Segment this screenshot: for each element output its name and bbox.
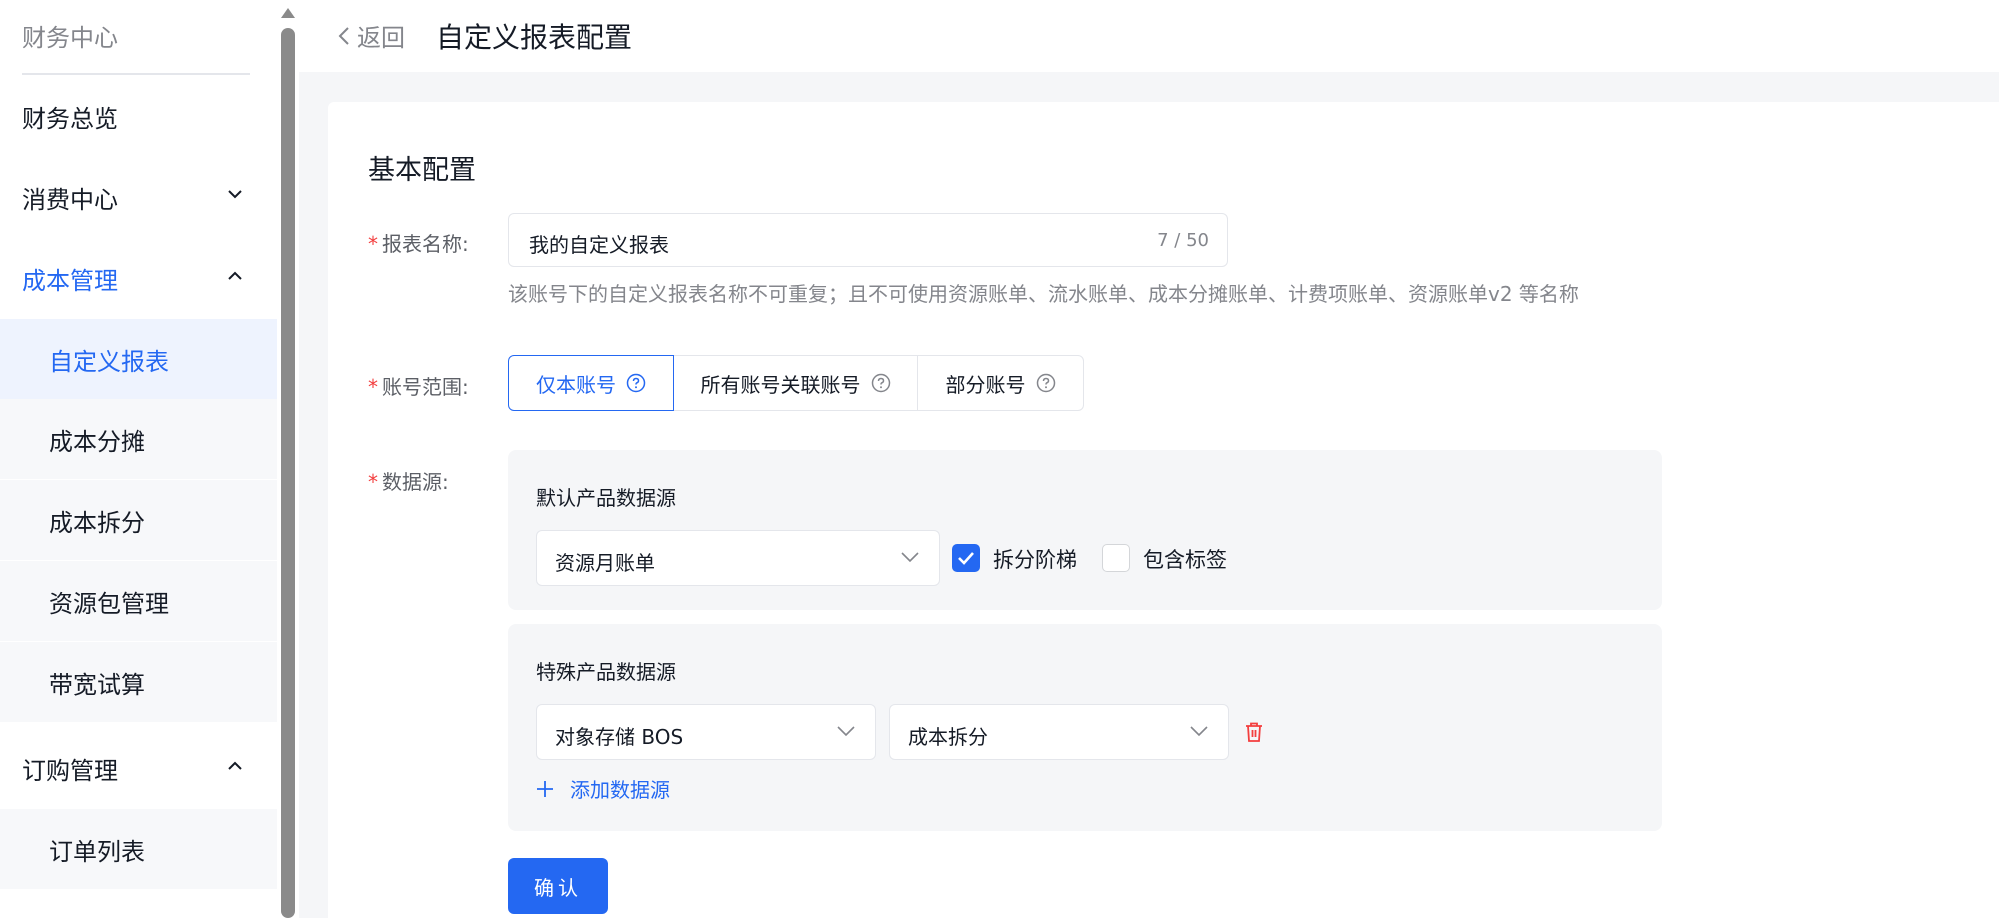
- account-scope-label: * 账号范围:: [368, 375, 469, 399]
- sidebar-scrollbar[interactable]: [277, 0, 299, 918]
- chevron-down-icon: [1190, 726, 1208, 737]
- special-product-select[interactable]: 对象存储 BOS: [536, 704, 876, 760]
- sidebar-item-order-list[interactable]: 订单列表: [0, 809, 277, 889]
- select-value: 对象存储 BOS: [555, 725, 684, 749]
- special-type-select[interactable]: 成本拆分: [889, 704, 1229, 760]
- sidebar-item-resource-package[interactable]: 资源包管理: [0, 561, 277, 641]
- required-asterisk: *: [368, 232, 378, 256]
- sidebar-item-cost-split[interactable]: 成本拆分: [0, 480, 277, 560]
- required-asterisk: *: [368, 375, 378, 399]
- sidebar-item-cost-management[interactable]: 成本管理: [0, 238, 277, 318]
- sidebar-item-label: 订单列表: [49, 837, 145, 866]
- trash-icon[interactable]: [1244, 721, 1264, 743]
- include-tags-label: 包含标签: [1143, 548, 1227, 572]
- sidebar-item-finance-overview[interactable]: 财务总览: [0, 76, 277, 156]
- scope-option-own-account[interactable]: 仅本账号: [508, 355, 674, 411]
- plus-icon: [537, 780, 553, 797]
- page-title: 自定义报表配置: [436, 21, 633, 54]
- sidebar-item-label: 订购管理: [22, 756, 118, 785]
- scroll-up-arrow-icon[interactable]: [280, 4, 296, 18]
- scope-option-label: 所有账号关联账号: [700, 372, 861, 397]
- section-title: 基本配置: [368, 155, 476, 186]
- help-icon[interactable]: [871, 373, 891, 393]
- page-header: 返回 自定义报表配置: [299, 0, 1999, 72]
- report-name-value: 我的自定义报表: [529, 233, 669, 257]
- scope-option-label: 仅本账号: [536, 372, 616, 397]
- datasource-label: * 数据源:: [368, 470, 449, 494]
- sidebar-item-label: 财务总览: [22, 104, 118, 133]
- report-name-input[interactable]: 我的自定义报表 7 / 50: [508, 213, 1228, 267]
- report-name-hint: 该账号下的自定义报表名称不可重复；且不可使用资源账单、流水账单、成本分摊账单、计…: [508, 282, 1579, 306]
- sidebar-item-label: 成本管理: [22, 266, 118, 295]
- sidebar-item-label: 自定义报表: [49, 347, 169, 376]
- sidebar: 财务中心 财务总览 消费中心 成本管理 自定义报表 成本分摊 成本拆分 资源包管…: [0, 0, 277, 918]
- sidebar-item-consumption-center[interactable]: 消费中心: [0, 157, 277, 237]
- chevron-left-icon: [338, 26, 349, 45]
- split-tier-label: 拆分阶梯: [993, 548, 1077, 572]
- special-datasource-panel: 特殊产品数据源 对象存储 BOS 成本拆分 添加数据源: [508, 624, 1662, 831]
- select-value: 成本拆分: [908, 725, 988, 749]
- sidebar-divider: [22, 73, 250, 75]
- default-datasource-panel: 默认产品数据源 资源月账单 拆分阶梯 包含标签: [508, 450, 1662, 610]
- checkmark-icon: [958, 552, 974, 565]
- help-icon[interactable]: [626, 373, 646, 393]
- required-asterisk: *: [368, 470, 378, 494]
- add-datasource-label: 添加数据源: [570, 778, 670, 802]
- scope-option-all-linked-accounts[interactable]: 所有账号关联账号: [673, 355, 918, 411]
- sidebar-item-label: 带宽试算: [49, 670, 145, 699]
- chevron-down-icon: [837, 726, 855, 737]
- confirm-button[interactable]: 确认: [508, 858, 608, 914]
- special-datasource-title: 特殊产品数据源: [536, 660, 676, 684]
- select-value: 资源月账单: [555, 551, 655, 575]
- chevron-up-icon: [228, 761, 242, 773]
- back-button[interactable]: 返回: [337, 18, 405, 53]
- report-name-label: * 报表名称:: [368, 232, 469, 256]
- scope-option-partial-accounts[interactable]: 部分账号: [917, 355, 1084, 411]
- sidebar-item-label: 资源包管理: [49, 589, 169, 618]
- chevron-up-icon: [228, 271, 242, 283]
- chevron-down-icon: [228, 190, 242, 202]
- sidebar-item-custom-report[interactable]: 自定义报表: [0, 319, 277, 399]
- sidebar-item-order-management[interactable]: 订购管理: [0, 728, 277, 808]
- default-datasource-title: 默认产品数据源: [536, 486, 676, 510]
- char-counter: 7 / 50: [1157, 230, 1209, 251]
- default-datasource-select[interactable]: 资源月账单: [536, 530, 940, 586]
- back-label: 返回: [357, 24, 405, 52]
- split-tier-checkbox[interactable]: [952, 544, 980, 572]
- add-datasource-button[interactable]: 添加数据源: [536, 774, 670, 803]
- chevron-down-icon: [901, 552, 919, 563]
- account-scope-radio-group: 仅本账号 所有账号关联账号 部分账号: [508, 355, 1084, 411]
- help-icon[interactable]: [1036, 373, 1056, 393]
- sidebar-item-label: 成本分摊: [49, 427, 145, 456]
- scrollbar-thumb[interactable]: [281, 28, 295, 918]
- include-tags-checkbox[interactable]: [1102, 544, 1130, 572]
- scope-option-label: 部分账号: [945, 372, 1026, 397]
- sidebar-item-cost-allocation[interactable]: 成本分摊: [0, 399, 277, 479]
- sidebar-item-label: 成本拆分: [49, 508, 145, 537]
- sidebar-item-bandwidth-calc[interactable]: 带宽试算: [0, 642, 277, 722]
- sidebar-title: 财务中心: [22, 24, 118, 52]
- sidebar-item-label: 消费中心: [22, 185, 118, 214]
